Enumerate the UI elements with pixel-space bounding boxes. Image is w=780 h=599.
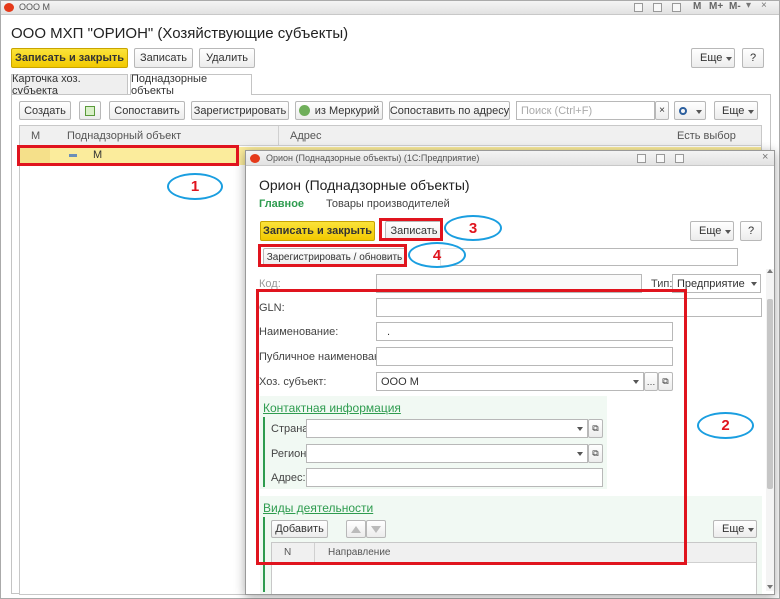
dialog-title: Орион (Поднадзорные объекты)	[259, 177, 470, 193]
list-more-button[interactable]: Еще	[714, 101, 758, 120]
from-mercury-button[interactable]: из Меркурий	[295, 101, 383, 120]
main-titlebar: ООО М M M+ M- ▾ ×	[1, 0, 779, 15]
annotation-box-3	[379, 218, 443, 241]
tab-supervised-objects[interactable]: Поднадзорные объекты	[130, 73, 252, 97]
chevron-down-icon	[751, 282, 757, 286]
chevron-down-icon	[748, 528, 754, 532]
chevron-down-icon	[748, 110, 754, 114]
match-button[interactable]: Сопоставить	[109, 101, 185, 120]
dialog-calendar-icon[interactable]	[675, 154, 684, 163]
add-copy-button[interactable]	[79, 101, 101, 120]
list-more-label: Еще	[722, 104, 745, 117]
dialog-close-icon[interactable]: ×	[762, 151, 768, 163]
close-icon[interactable]: ×	[761, 0, 767, 11]
col-object-header[interactable]: Поднадзорный объект	[67, 130, 181, 142]
titlebar-m-button[interactable]: M	[693, 1, 701, 12]
col-address-header[interactable]: Адрес	[290, 130, 322, 142]
col-divider	[278, 126, 279, 146]
type-value: Предприятие	[677, 277, 745, 290]
dialog-more-label: Еще	[699, 225, 722, 237]
main-title: ООО МХП "ОРИОН" (Хозяйствующие субъекты)	[11, 25, 349, 42]
clear-search-button[interactable]: ×	[655, 101, 669, 120]
annotation-label-2: 2	[697, 412, 754, 439]
match-address-button[interactable]: Сопоставить по адресу	[389, 101, 510, 120]
save-close-button[interactable]: Записать и закрыть	[11, 48, 128, 68]
chevron-down-icon	[696, 110, 702, 114]
delete-button[interactable]: Удалить	[199, 48, 255, 68]
chevron-down-icon	[725, 230, 731, 234]
search-input[interactable]: Поиск (Ctrl+F)	[516, 101, 655, 120]
help-button[interactable]: ?	[742, 48, 764, 68]
titlebar-mplus-button[interactable]: M+	[709, 1, 723, 12]
main-titlebar-text: ООО М	[19, 2, 50, 12]
col-choice-header[interactable]: Есть выбор	[677, 130, 736, 142]
tab-main[interactable]: Главное	[259, 198, 304, 210]
dialog-save-close-button[interactable]: Записать и закрыть	[260, 221, 375, 241]
table-header: М Поднадзорный объект Адрес Есть выбор	[20, 126, 761, 146]
annotation-box-1	[17, 145, 239, 166]
dialog-titlebar: Орион (Поднадзорные объекты) (1С:Предпри…	[246, 151, 774, 166]
search-icon	[679, 106, 687, 115]
mercury-icon	[298, 105, 310, 116]
tab-producer-goods[interactable]: Товары производителей	[326, 198, 450, 210]
tab-entity-card[interactable]: Карточка хоз. субъекта	[11, 73, 128, 97]
create-button[interactable]: Создать	[19, 101, 71, 120]
annotation-label-4: 4	[408, 242, 466, 268]
from-mercury-label: из Меркурий	[314, 104, 380, 117]
search-options-button[interactable]	[674, 101, 706, 120]
scroll-thumb[interactable]	[767, 299, 773, 489]
dialog-titlebar-text: Орион (Поднадзорные объекты) (1С:Предпри…	[266, 153, 480, 163]
scroll-down-icon[interactable]	[767, 585, 773, 589]
annotation-box-2	[256, 289, 687, 565]
chevron-down-icon	[726, 57, 732, 61]
more-menu-button[interactable]: Еще	[691, 48, 735, 68]
titlebar-calc-icon[interactable]	[653, 3, 662, 12]
dialog-app-icon	[250, 154, 260, 163]
save-button[interactable]: Записать	[134, 48, 193, 68]
titlebar-mminus-button[interactable]: M-	[729, 1, 741, 12]
dialog-calc-icon[interactable]	[656, 154, 665, 163]
status-field	[440, 248, 738, 266]
activities-more-label: Еще	[722, 523, 745, 535]
register-button[interactable]: Зарегистрировать	[191, 101, 289, 120]
col-m-header[interactable]: М	[31, 130, 40, 142]
more-menu-label: Еще	[700, 52, 723, 64]
activities-more-button[interactable]: Еще	[713, 520, 757, 538]
titlebar-print-icon[interactable]	[634, 3, 643, 12]
app-icon	[4, 3, 14, 12]
dialog-print-icon[interactable]	[637, 154, 646, 163]
annotation-label-3: 3	[444, 215, 502, 241]
dialog-more-button[interactable]: Еще	[690, 221, 734, 241]
annotation-label-1: 1	[167, 173, 223, 200]
copy-plus-icon	[85, 105, 95, 116]
dialog-scrollbar[interactable]	[766, 269, 774, 591]
minimize-icon[interactable]: ▾	[746, 0, 751, 11]
scroll-up-icon[interactable]	[767, 269, 773, 273]
dialog-help-button[interactable]: ?	[740, 221, 762, 241]
annotation-box-4	[258, 244, 407, 267]
titlebar-calendar-icon[interactable]	[672, 3, 681, 12]
